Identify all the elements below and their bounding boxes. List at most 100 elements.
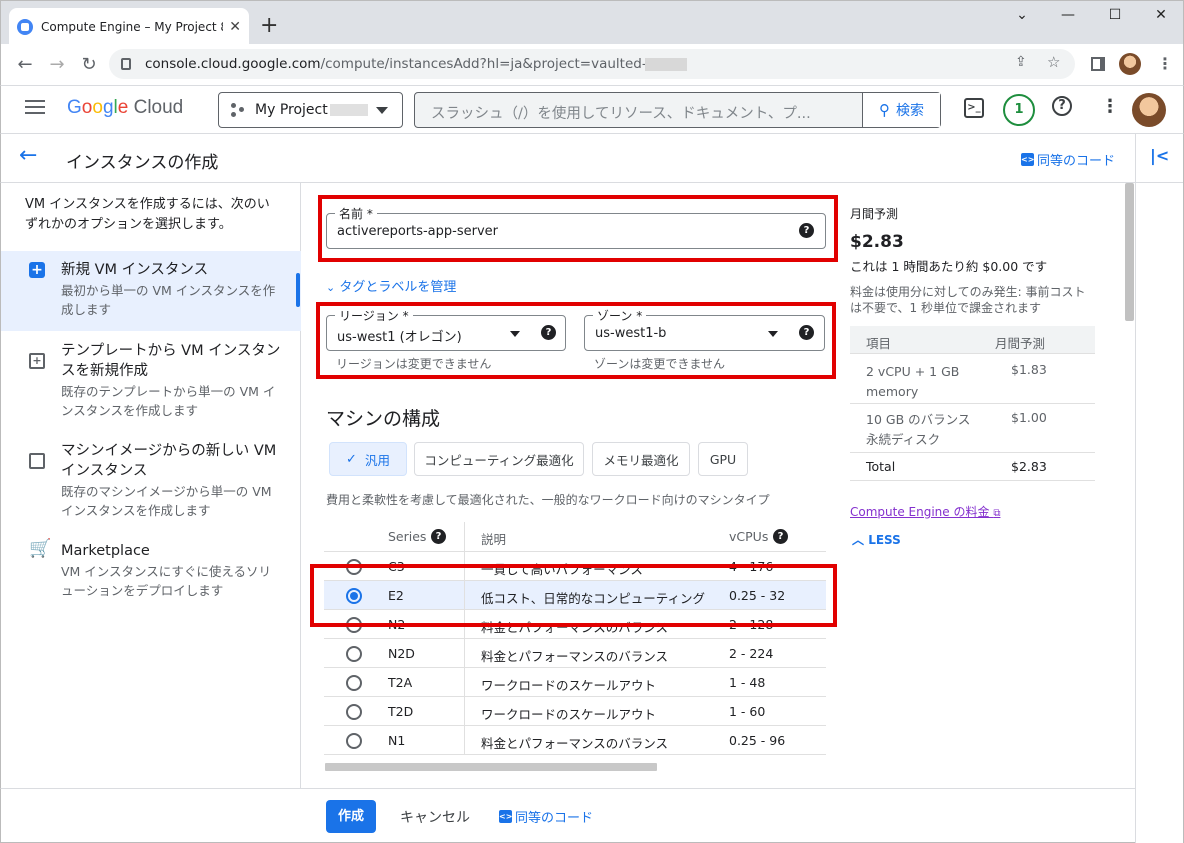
column-divider — [464, 668, 465, 696]
series-name: T2A — [388, 675, 413, 690]
option-marketplace[interactable]: 🛒 Marketplace VM インスタンスにすぐに使えるソリューションをデプ… — [1, 540, 301, 605]
browser-profile-avatar[interactable] — [1119, 53, 1141, 75]
name-field[interactable]: 名前 * activereports-app-server ? — [326, 205, 826, 249]
series-name: T2D — [388, 704, 414, 719]
chevron-up-icon: ︿ — [852, 533, 865, 547]
manage-tags-label: タグとラベルを管理 — [339, 280, 457, 295]
hamburger-menu-icon[interactable] — [25, 100, 45, 118]
equivalent-code-link[interactable]: <> 同等のコード — [1021, 150, 1115, 169]
option-desc: 既存のテンプレートから単一の VM インスタンスを作成します — [61, 384, 276, 418]
search-icon: ⚲ — [879, 101, 890, 119]
project-name: My Project — [255, 102, 328, 118]
region-label: リージョン * — [335, 307, 413, 324]
vertical-scrollbar[interactable] — [1125, 183, 1134, 321]
col-monthly: 月間予測 — [995, 336, 1046, 351]
zone-select[interactable]: ゾーン * us-west1-b ? — [584, 307, 825, 351]
equivalent-code-label: 同等のコード — [515, 811, 594, 826]
cost-table-header: 項目 月間予測 — [850, 326, 1095, 354]
close-tab-icon[interactable]: ✕ — [229, 19, 241, 35]
option-new-vm[interactable]: + 新規 VM インスタンス 最初から単一の VM インスタンスを作成します — [1, 251, 301, 331]
estimate-hourly: これは 1 時間あたり約 $0.00 です — [850, 259, 1048, 274]
project-selector[interactable]: My Project — [218, 92, 403, 128]
cost-estimate-panel: 月間予測 $2.83 これは 1 時間あたり約 $0.00 です 料金は使用分に… — [850, 205, 1100, 481]
help-icon[interactable]: ? — [773, 529, 788, 544]
compute-engine-favicon-icon — [17, 18, 33, 35]
url-path: /compute/instancesAdd?hl=ja&project=vaul… — [320, 56, 685, 72]
table-row[interactable]: N2D 料金とパフォーマンスのバランス 2 - 224 — [324, 639, 826, 668]
redacted-block — [645, 58, 687, 71]
table-row[interactable]: T2A ワークロードのスケールアウト 1 - 48 — [324, 668, 826, 697]
tab-memory-optimized[interactable]: メモリ最適化 — [592, 442, 690, 476]
region-select[interactable]: リージョン * us-west1 (オレゴン) ? — [326, 307, 566, 351]
create-button[interactable]: 作成 — [326, 800, 376, 833]
series-table: Series ? 説明 vCPUs ? C3 一貫して高いパフォーマンス 4 - 1… — [324, 522, 826, 755]
minimize-icon[interactable]: — — [1053, 7, 1083, 23]
account-avatar[interactable] — [1132, 93, 1166, 127]
notification-badge[interactable]: 1 — [1003, 94, 1035, 126]
cost-item: 10 GB のバランス永続ディスク — [866, 412, 971, 447]
option-title: テンプレートから VM インスタンスを新規作成 — [61, 343, 281, 379]
tab-compute-optimized[interactable]: コンピューティング最適化 — [414, 442, 584, 476]
reload-icon[interactable]: ↻ — [77, 54, 101, 75]
help-icon[interactable]: ? — [431, 529, 446, 544]
share-icon[interactable]: ⇪ — [1015, 54, 1027, 70]
browser-menu-icon[interactable]: ⋮ — [1157, 54, 1173, 73]
forward-arrow-icon[interactable]: → — [45, 54, 69, 75]
option-from-template[interactable]: + テンプレートから VM インスタンスを新規作成 既存のテンプレートから単一の… — [1, 341, 301, 425]
zone-value: us-west1-b — [595, 326, 667, 341]
browser-tab[interactable]: Compute Engine – My Project 81 ✕ — [9, 8, 249, 45]
more-vert-icon[interactable]: ⋮ — [1101, 96, 1119, 117]
side-panel-icon[interactable] — [1091, 57, 1105, 71]
help-icon[interactable]: ? — [541, 325, 556, 340]
tab-gpu[interactable]: GPU — [698, 442, 748, 476]
column-divider — [464, 522, 465, 551]
google-cloud-logo[interactable]: Google Cloud — [67, 97, 183, 119]
bookmark-star-icon[interactable]: ☆ — [1047, 53, 1060, 71]
column-divider — [464, 697, 465, 725]
pricing-link[interactable]: Compute Engine の料金 ⧉ — [850, 503, 1000, 520]
tab-search-icon[interactable]: ⌄ — [1007, 7, 1037, 23]
chip-label: GPU — [709, 451, 737, 467]
cost-row: 2 vCPU + 1 GB memory $1.83 — [850, 354, 1095, 404]
help-icon[interactable]: ? — [799, 325, 814, 340]
series-radio[interactable] — [346, 646, 362, 662]
estimate-heading: 月間予測 — [850, 207, 899, 221]
right-rail — [1135, 134, 1184, 843]
equivalent-code-button[interactable]: <> 同等のコード — [499, 807, 593, 826]
new-tab-icon[interactable]: + — [260, 13, 278, 38]
table-row[interactable]: N1 料金とパフォーマンスのバランス 0.25 - 96 — [324, 726, 826, 755]
series-radio[interactable] — [346, 675, 362, 691]
search-box[interactable]: スラッシュ（/）を使用してリソース、ドキュメント、プ... ⚲ 検索 — [414, 92, 941, 128]
machine-family-desc: 費用と柔軟性を考慮して最適化された、一般的なワークロード向けのマシンタイプ — [326, 493, 770, 507]
maximize-icon[interactable]: ☐ — [1100, 7, 1130, 23]
name-value: activereports-app-server — [337, 224, 498, 239]
machine-config-heading: マシンの構成 — [326, 408, 441, 430]
option-from-machine-image[interactable]: マシンイメージからの新しい VM インスタンス 既存のマシンイメージから単一の … — [1, 441, 301, 525]
total-value: $2.83 — [1011, 459, 1047, 474]
cancel-button[interactable]: キャンセル — [400, 807, 470, 827]
col-item: 項目 — [866, 336, 892, 351]
window-close-icon[interactable]: ✕ — [1146, 7, 1176, 23]
page-title: インスタンスの作成 — [66, 153, 219, 173]
less-toggle[interactable]: ︿ LESS — [852, 531, 901, 548]
table-row[interactable]: T2D ワークロードのスケールアウト 1 - 60 — [324, 697, 826, 726]
manage-tags-link[interactable]: ⌄ タグとラベルを管理 — [326, 276, 456, 295]
horizontal-scrollbar[interactable] — [325, 763, 657, 771]
chip-label: 汎用 — [364, 452, 390, 468]
series-radio[interactable] — [346, 733, 362, 749]
series-radio[interactable] — [346, 704, 362, 720]
search-button[interactable]: ⚲ 検索 — [862, 93, 940, 127]
col-vcpus: vCPUs — [729, 529, 769, 544]
back-arrow-icon[interactable]: ← — [13, 54, 37, 75]
url-field[interactable]: console.cloud.google.com/compute/instanc… — [109, 49, 1075, 79]
tab-general-purpose[interactable]: ✓ 汎用 — [329, 442, 407, 476]
project-dots-icon — [231, 103, 245, 117]
collapse-panel-icon[interactable]: |< — [1150, 146, 1169, 165]
url-text: console.cloud.google.com/compute/instanc… — [145, 56, 684, 72]
help-icon[interactable]: ? — [1052, 96, 1072, 116]
option-desc: 最初から単一の VM インスタンスを作成します — [61, 283, 276, 317]
help-icon[interactable]: ? — [799, 223, 814, 238]
series-desc: 料金とパフォーマンスのバランス — [481, 736, 669, 751]
cloud-shell-icon[interactable]: >_ — [964, 98, 984, 118]
back-arrow-icon[interactable]: ← — [19, 143, 37, 168]
